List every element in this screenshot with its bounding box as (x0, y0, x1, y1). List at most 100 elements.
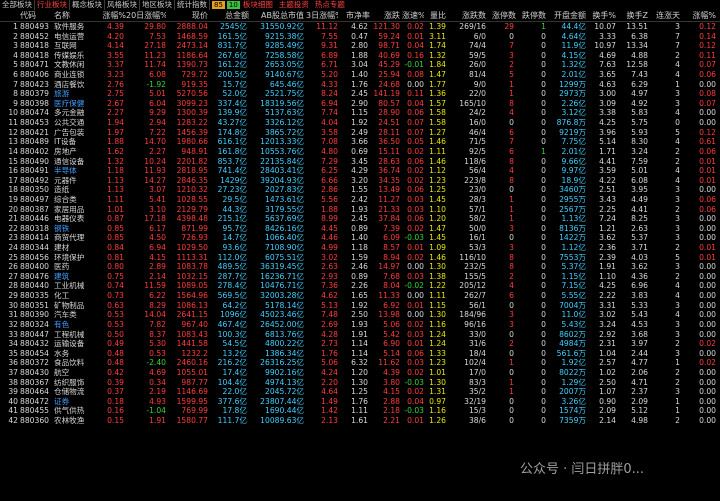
column-header[interactable]: 市净率 (340, 10, 370, 22)
table-row[interactable]: 22 880318 钢铁 0.85 6.17 871.99 95.7亿 8426.16亿 4.4… (0, 224, 720, 234)
table-row[interactable]: 14 880402 房地产 1.62 2.27 948.91 161.8亿 10553.76亿… (0, 147, 720, 157)
table-cell: 0.06 (407, 156, 424, 166)
column-header[interactable]: 名称 (54, 10, 94, 22)
table-cell: 3 (675, 22, 680, 31)
table-cell: 1.30 (429, 377, 446, 387)
table-row[interactable]: 30 880351 矿物制品 0.63 8.29 1086.13 64.2亿 5178.14亿… (0, 301, 720, 311)
table-cell: 880492 (20, 175, 49, 185)
table-row[interactable]: 24 880344 建材 0.84 6.94 1029.50 93.6亿 7108.90亿 4.… (0, 243, 720, 253)
tab-1[interactable]: 行业板块 (35, 0, 70, 10)
column-header[interactable]: 涨幅% (684, 10, 716, 22)
column-header[interactable]: 20日涨幅% (126, 10, 166, 22)
table-cell: 0 (541, 262, 546, 272)
table-cell: 运输设备 (54, 339, 85, 349)
table-row[interactable]: 11 880453 公共交通 1.94 2.94 1283.22 43.27亿 3326.12… (0, 118, 720, 128)
table-row[interactable]: 13 880489 IT设备 1.88 14.70 1980.66 616.1亿 12013.… (0, 137, 720, 147)
table-row[interactable]: 42 880360 农林牧渔 0.15 1.91 1580.77 111.7亿 10089.6… (0, 416, 720, 426)
table-cell: 0 (509, 406, 514, 416)
table-cell: 28 (8, 281, 18, 291)
table-row[interactable]: 38 880367 纺织服饰 0.39 0.34 987.77 104.4亿 4974.13亿… (0, 378, 720, 388)
table-cell: 5.56 (321, 194, 338, 204)
column-header[interactable]: 跌停数 (516, 10, 546, 22)
table-row[interactable]: 21 880446 电器仪表 0.87 17.18 4398.48 215.1亿 5637.6… (0, 214, 720, 224)
table-cell: 6 (13, 70, 18, 80)
table-cell: 4.39 (107, 22, 124, 31)
table-cell: 2.13 (321, 415, 338, 425)
column-header[interactable]: 开盘金额 (548, 10, 586, 22)
extra-tab-0[interactable]: 板块细图 (240, 0, 276, 10)
table-row[interactable]: 20 880387 家居用品 1.01 3.10 2129.79 44.3亿 3179.55亿… (0, 205, 720, 215)
table-cell: 7 (13, 79, 18, 89)
table-row[interactable]: 36 880372 食品饮料 0.48 -2.40 2460.16 216.2亿 26316.… (0, 358, 720, 368)
column-header[interactable]: 量比 (424, 10, 446, 22)
table-row[interactable]: 25 880456 环境保护 0.81 4.15 1113.31 112.0亿 6075.51… (0, 252, 720, 263)
table-row[interactable]: 9 880398 医疗保健 2.67 6.04 3099.23 337.4亿 18319.56… (0, 98, 720, 109)
table-cell: 7.15亿 (561, 281, 586, 291)
table-row[interactable]: 26 880400 医药 0.80 2.89 1083.78 489.5亿 36319.45亿… (0, 262, 720, 272)
table-row[interactable]: 39 880464 仓储物流 0.37 2.19 1146.69 22.0亿 2045.72亿… (0, 387, 720, 397)
table-cell: 0.04 (407, 41, 424, 51)
table-row[interactable]: 4 880418 传媒娱乐 3.55 11.23 1186.64 267.6亿 7258.58… (0, 51, 720, 61)
column-header[interactable]: 涨跌 (370, 10, 400, 22)
column-header[interactable]: 涨停数 (488, 10, 516, 22)
table-cell: 40.69 (378, 50, 400, 60)
table-cell: 9.97亿 (561, 166, 586, 176)
column-header[interactable]: 代码 (20, 10, 52, 22)
table-cell: 1028.55 (176, 194, 208, 204)
table-row[interactable]: 27 880476 建筑 0.75 2.14 1032.15 287.7亿 16236.71亿… (0, 271, 720, 282)
table-row[interactable]: 2 880452 电信运营 4.20 7.53 1468.59 161.5亿 9215.38亿… (0, 32, 720, 42)
column-header[interactable]: 涨速% (402, 10, 424, 22)
table-row[interactable]: 3 880418 互联网 4.14 27.18 2473.14 831.7亿 9285.49亿… (0, 41, 720, 51)
table-row[interactable]: 29 880335 化工 0.73 6.22 1564.96 569.5亿 32003.28亿… (0, 291, 720, 301)
column-header[interactable]: AB股总市值 (248, 10, 304, 22)
tab-3[interactable]: 风格板块 (105, 0, 140, 10)
table-row[interactable]: 8 880379 旅游 2.75 5.01 5270.56 52.0亿 2521.75亿 8.2… (0, 89, 720, 99)
table-row[interactable]: 35 880454 水务 0.48 0.53 1232.2 13.2亿 1386.34亿 1.7… (0, 348, 720, 359)
table-cell: 房地产 (54, 146, 77, 156)
table-row[interactable]: 15 880490 通信设备 1.32 10.24 2201.82 853.7亿 22135.… (0, 156, 720, 167)
table-row[interactable]: 6 880406 商业连锁 3.23 6.08 729.72 200.5亿 9140.67亿 5… (0, 70, 720, 80)
table-row[interactable]: 16 880491 半导体 1.18 11.93 2818.95 741.4亿 28403.4… (0, 166, 720, 176)
table-cell: 3.71 (631, 243, 648, 253)
table-cell: 8.25 (631, 214, 648, 224)
column-header[interactable]: 涨跌数 (448, 10, 486, 22)
table-cell: 28403.41亿 (260, 166, 304, 176)
table-row[interactable]: 23 880414 商贸代理 0.85 4.50 726.93 14.7亿 1066.40亿 4… (0, 233, 720, 244)
column-header[interactable]: 换手% (588, 10, 616, 22)
table-row[interactable]: 37 880430 航空 0.42 4.69 1055.01 17.4亿 9902.16亿 4.… (0, 367, 720, 378)
table-row[interactable]: 5 880471 文教休闲 3.37 11.74 1390.73 161.2亿 2653.05… (0, 60, 720, 71)
table-cell: 2 (509, 339, 514, 349)
table-row[interactable]: 17 880492 元器件 1.13 14.27 2846.35 1429亿 39204.93… (0, 175, 720, 186)
table-row[interactable]: 40 880472 证券 0.18 4.93 1599.95 377.6亿 23807.44亿… (0, 397, 720, 407)
table-row[interactable]: 10 880474 多元金融 2.27 9.29 1300.39 139.9亿 5137.63… (0, 108, 720, 118)
table-row[interactable]: 18 880350 造纸 1.13 3.07 1210.32 27.23亿 2027.83亿 2… (0, 185, 720, 195)
table-row[interactable]: 19 880497 综合类 1.11 5.41 1028.55 29.5亿 1473.61亿 5… (0, 194, 720, 205)
column-header[interactable]: 连涨天 (650, 10, 680, 22)
table-row[interactable]: 12 880421 广告包装 1.97 7.22 1456.39 174.8亿 3865.72… (0, 128, 720, 138)
table-row[interactable]: 7 880423 酒店餐饮 2.76 -1.92 919.35 15.7亿 645.46亿 4.… (0, 79, 720, 90)
table-row[interactable]: 34 880432 运输设备 0.49 5.30 1441.58 54.5亿 4800.22亿… (0, 339, 720, 349)
tab-2[interactable]: 概念板块 (70, 0, 105, 10)
table-cell: 1980.66 (176, 137, 208, 147)
table-cell: 880372 (20, 358, 49, 368)
tab-5[interactable]: 统计指数 (175, 0, 210, 10)
table-row[interactable]: 32 880324 有色 0.53 7.82 967.40 467.4亿 26452.00亿 2… (0, 320, 720, 330)
table-row[interactable]: 1 880493 软件服务 4.39 29.80 2888.04 2545亿 31550.92… (0, 22, 720, 32)
column-header[interactable]: 涨幅% (100, 10, 126, 22)
column-header[interactable]: 3日涨幅% (306, 10, 338, 22)
column-header[interactable]: 现价 (168, 10, 208, 22)
column-header[interactable]: 换手Z (618, 10, 648, 22)
extra-tab-2[interactable]: 热点专题 (312, 0, 348, 10)
tab-4[interactable]: 地区板块 (140, 0, 175, 10)
table-row[interactable]: 28 880440 工业机械 0.74 11.59 1089.05 278.4亿 10476.… (0, 281, 720, 291)
table-cell: 111.7亿 (217, 415, 247, 425)
tab-0[interactable]: 全部板块 (0, 0, 35, 10)
table-row[interactable]: 33 880447 工程机械 0.50 8.37 1083.43 100.3亿 6813.76… (0, 329, 720, 340)
table-row[interactable]: 41 880455 供气供热 0.16 -1.04 769.99 17.8亿 1690.44亿… (0, 406, 720, 416)
table-cell: 1.57 (429, 98, 446, 108)
table-row[interactable]: 31 880390 汽车类 0.53 14.04 2641.15 1096亿 45023.46… (0, 310, 720, 320)
column-header[interactable]: 总金额 (209, 10, 249, 22)
table-cell: 15.7亿 (222, 79, 247, 89)
table-cell: 1.15亿 (561, 271, 586, 281)
extra-tab-1[interactable]: 主题投资 (276, 0, 312, 10)
